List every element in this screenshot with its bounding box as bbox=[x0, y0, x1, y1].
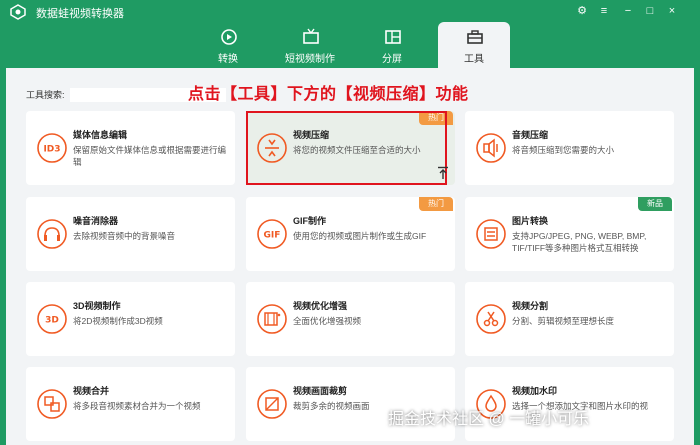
tab-label: 工具 bbox=[464, 54, 484, 65]
tool-desc: 将音频压缩到您需要的大小 bbox=[512, 145, 615, 155]
tool-title: 视频加水印 bbox=[512, 386, 558, 396]
tool-desc: 将您的视频文件压缩至合适的大小 bbox=[293, 145, 421, 155]
tool-title: 视频压缩 bbox=[293, 130, 330, 140]
tool-title: 视频优化增强 bbox=[293, 301, 348, 311]
tool-desc: 去除视频音频中的背景噪音 bbox=[73, 231, 176, 241]
tool-desc: 使用您的视频或图片制作或生成GIF bbox=[293, 231, 427, 241]
app-title: 数据蛙视频转换器 bbox=[36, 8, 124, 20]
settings-icon[interactable]: ⚙ bbox=[574, 4, 590, 18]
instruction-annotation: 点击【工具】下方的【视频压缩】功能 bbox=[188, 86, 469, 103]
app-logo-icon bbox=[10, 4, 26, 20]
compress-icon bbox=[257, 133, 287, 163]
tool-card-video-compress[interactable]: 视频压缩 将您的视频文件压缩至合适的大小 热门 bbox=[246, 111, 455, 185]
tool-title: 媒体信息编辑 bbox=[73, 130, 128, 140]
tool-card-media-info[interactable]: ID3 媒体信息编辑 保留原始文件媒体信息或根据需要进行编辑 bbox=[26, 111, 235, 185]
tool-title: 图片转换 bbox=[512, 216, 549, 226]
tool-title: 视频合并 bbox=[73, 386, 110, 396]
tab-short-video[interactable]: 短视频制作 bbox=[274, 22, 346, 68]
tool-card-3d-video[interactable]: 3D 3D视频制作 将2D视频制作成3D视频 bbox=[26, 282, 235, 356]
tool-card-image-convert[interactable]: 图片转换 支持JPG/JPEG, PNG, WEBP, BMP, TIF/TIF… bbox=[465, 197, 674, 271]
hot-badge: 热门 bbox=[419, 197, 453, 211]
tool-card-video-crop[interactable]: 视频画面裁剪 裁剪多余的视频画面 bbox=[246, 367, 455, 441]
id3-icon: ID3 bbox=[37, 133, 67, 163]
3d-icon: 3D bbox=[37, 304, 67, 334]
new-badge: 新品 bbox=[638, 197, 672, 211]
tab-convert[interactable]: 转换 bbox=[192, 22, 264, 68]
svg-text:GIF: GIF bbox=[264, 231, 281, 241]
site-watermark: 掘金技术社区 @ 一罐小可乐 bbox=[388, 411, 590, 428]
tool-title: 噪音消除器 bbox=[73, 216, 119, 226]
tool-card-video-enhance[interactable]: 视频优化增强 全面优化增强视频 bbox=[246, 282, 455, 356]
tool-card-video-merge[interactable]: 视频合并 将多段音视频素材合并为一个视频 bbox=[26, 367, 235, 441]
tab-split-screen[interactable]: 分屏 bbox=[356, 22, 428, 68]
tool-card-video-watermark[interactable]: 视频加水印 选择一个想添加文字和图片水印的视 bbox=[465, 367, 674, 441]
image-convert-icon bbox=[476, 219, 506, 249]
hot-badge: 热门 bbox=[419, 111, 453, 125]
toolbox-icon bbox=[467, 30, 483, 44]
merge-icon bbox=[37, 389, 67, 419]
tool-title: 音频压缩 bbox=[512, 130, 549, 140]
tool-desc: 支持JPG/JPEG, PNG, WEBP, BMP, TIF/TIFF等多种图… bbox=[512, 231, 647, 253]
tab-label: 转换 bbox=[218, 54, 238, 65]
tool-title: 视频画面裁剪 bbox=[293, 386, 348, 396]
noise-icon bbox=[37, 219, 67, 249]
gif-icon: GIF bbox=[257, 219, 287, 249]
maximize-button[interactable]: □ bbox=[642, 4, 658, 18]
tool-desc: 将2D视频制作成3D视频 bbox=[73, 316, 163, 326]
menu-icon[interactable]: ≡ bbox=[596, 4, 612, 18]
tool-card-audio-compress[interactable]: 音频压缩 将音频压缩到您需要的大小 bbox=[465, 111, 674, 185]
tools-panel: 工具搜索: 点击【工具】下方的【视频压缩】功能 ID3 媒体信息编辑 保留原始文… bbox=[6, 68, 694, 445]
scissors-icon bbox=[476, 304, 506, 334]
tool-search: 工具搜索: bbox=[26, 88, 226, 104]
minimize-button[interactable]: − bbox=[620, 4, 636, 18]
tool-card-noise-remover[interactable]: 噪音消除器 去除视频音频中的背景噪音 bbox=[26, 197, 235, 271]
close-button[interactable]: × bbox=[664, 4, 680, 18]
search-label: 工具搜索: bbox=[26, 90, 65, 100]
tool-desc: 分割、剪辑视频至理想长度 bbox=[512, 316, 615, 326]
split-screen-icon bbox=[385, 30, 401, 44]
tool-desc: 将多段音视频素材合并为一个视频 bbox=[73, 401, 201, 411]
tv-icon bbox=[303, 28, 319, 44]
crop-icon bbox=[257, 389, 287, 419]
main-tabs: 转换 短视频制作 分屏 工具 bbox=[0, 22, 700, 68]
tool-card-gif-maker[interactable]: GIF GIF制作 使用您的视频或图片制作或生成GIF 热门 bbox=[246, 197, 455, 271]
svg-text:3D: 3D bbox=[45, 316, 59, 326]
tool-title: 视频分割 bbox=[512, 301, 549, 311]
tool-title: GIF制作 bbox=[293, 216, 326, 226]
tool-desc: 保留原始文件媒体信息或根据需要进行编辑 bbox=[73, 145, 227, 167]
tool-title: 3D视频制作 bbox=[73, 301, 121, 311]
title-bar: 数据蛙视频转换器 ⚙ ≡ − □ × bbox=[0, 0, 700, 24]
tool-card-video-split[interactable]: 视频分割 分割、剪辑视频至理想长度 bbox=[465, 282, 674, 356]
enhance-icon bbox=[257, 304, 287, 334]
tab-label: 分屏 bbox=[382, 54, 402, 65]
tab-tools[interactable]: 工具 bbox=[438, 22, 510, 68]
svg-text:ID3: ID3 bbox=[43, 145, 60, 155]
tab-label: 短视频制作 bbox=[285, 54, 335, 65]
disc-icon bbox=[221, 29, 237, 45]
pin-top-icon[interactable] bbox=[437, 166, 449, 180]
tool-desc: 全面优化增强视频 bbox=[293, 316, 362, 326]
audio-compress-icon bbox=[476, 133, 506, 163]
